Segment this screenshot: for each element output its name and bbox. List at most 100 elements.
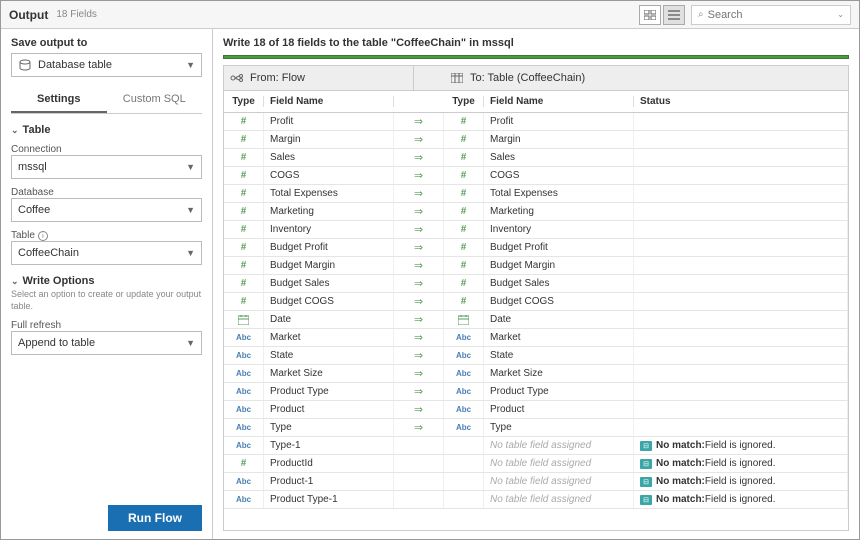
type-icon-right: # (444, 131, 484, 148)
table-row[interactable]: # Profit ⇒ # Profit (224, 113, 848, 131)
table-dropdown[interactable]: CoffeeChain ▼ (11, 241, 202, 265)
field-name-left: State (264, 347, 394, 364)
type-icon-right: Abc (444, 419, 484, 436)
run-flow-button[interactable]: Run Flow (108, 505, 202, 531)
status-cell (634, 383, 848, 400)
search-input[interactable] (708, 9, 838, 21)
map-arrow[interactable] (394, 455, 444, 472)
progress-bar (223, 55, 849, 59)
field-name-right: Date (484, 311, 634, 328)
type-icon-right: # (444, 203, 484, 220)
full-refresh-dropdown[interactable]: Append to table ▼ (11, 331, 202, 355)
tab-settings[interactable]: Settings (11, 87, 107, 113)
field-name-right: Type (484, 419, 634, 436)
table-row[interactable]: # Budget Profit ⇒ # Budget Profit (224, 239, 848, 257)
map-arrow[interactable] (394, 437, 444, 454)
type-icon-right: # (444, 239, 484, 256)
type-icon-left: # (224, 185, 264, 202)
map-arrow[interactable]: ⇒ (394, 293, 444, 310)
map-arrow[interactable]: ⇒ (394, 329, 444, 346)
database-dropdown[interactable]: Coffee ▼ (11, 198, 202, 222)
map-arrow[interactable] (394, 491, 444, 508)
map-arrow[interactable]: ⇒ (394, 347, 444, 364)
map-arrow[interactable]: ⇒ (394, 221, 444, 238)
col-field-right: Field Name (484, 96, 634, 107)
table-row[interactable]: Abc Type-1 No table field assigned ⊟ No … (224, 437, 848, 455)
table-row[interactable]: # Budget Sales ⇒ # Budget Sales (224, 275, 848, 293)
table-row[interactable]: # Total Expenses ⇒ # Total Expenses (224, 185, 848, 203)
to-label: To: Table (CoffeeChain) (470, 72, 585, 84)
connection-dropdown[interactable]: mssql ▼ (11, 155, 202, 179)
table-row[interactable]: Abc State ⇒ Abc State (224, 347, 848, 365)
type-icon-right: Abc (444, 347, 484, 364)
type-icon-left: Abc (224, 491, 264, 508)
status-cell (634, 365, 848, 382)
chevron-down-icon: ⌄ (837, 10, 844, 19)
type-icon-left: # (224, 203, 264, 220)
table-row[interactable]: Abc Type ⇒ Abc Type (224, 419, 848, 437)
view-list-button[interactable] (663, 5, 685, 25)
exclude-icon: ⊟ (640, 441, 652, 451)
save-output-dropdown[interactable]: Database table ▼ (11, 53, 202, 77)
mapping-rows[interactable]: # Profit ⇒ # Profit # Margin ⇒ # Margin … (223, 113, 849, 531)
col-type-left: Type (224, 96, 264, 107)
table-row[interactable]: # COGS ⇒ # COGS (224, 167, 848, 185)
field-name-left: Profit (264, 113, 394, 130)
map-arrow[interactable]: ⇒ (394, 257, 444, 274)
table-row[interactable]: Abc Product Type-1 No table field assign… (224, 491, 848, 509)
map-arrow[interactable]: ⇒ (394, 401, 444, 418)
field-name-right: Product Type (484, 383, 634, 400)
tab-custom-sql[interactable]: Custom SQL (107, 87, 203, 113)
table-row[interactable]: Abc Market ⇒ Abc Market (224, 329, 848, 347)
list-icon (668, 10, 680, 20)
map-arrow[interactable]: ⇒ (394, 239, 444, 256)
map-arrow[interactable]: ⇒ (394, 311, 444, 328)
status-badge: ⊟ No match: Field is ignored. (640, 494, 776, 505)
table-row[interactable]: Date ⇒ Date (224, 311, 848, 329)
field-name-left: Type-1 (264, 437, 394, 454)
full-refresh-label: Full refresh (11, 320, 202, 331)
map-arrow[interactable]: ⇒ (394, 113, 444, 130)
map-arrow[interactable]: ⇒ (394, 383, 444, 400)
map-arrow[interactable]: ⇒ (394, 149, 444, 166)
table-section-toggle[interactable]: ⌄ Table (11, 124, 202, 136)
map-arrow[interactable] (394, 473, 444, 490)
flow-icon (230, 72, 244, 84)
table-row[interactable]: Abc Product ⇒ Abc Product (224, 401, 848, 419)
map-arrow[interactable]: ⇒ (394, 419, 444, 436)
table-row[interactable]: Abc Product-1 No table field assigned ⊟ … (224, 473, 848, 491)
no-assign-text: No table field assigned (484, 491, 634, 508)
type-icon-left: # (224, 113, 264, 130)
table-row[interactable]: Abc Product Type ⇒ Abc Product Type (224, 383, 848, 401)
field-name-right: Product (484, 401, 634, 418)
status-cell (634, 401, 848, 418)
view-grid-button[interactable] (639, 5, 661, 25)
map-arrow[interactable]: ⇒ (394, 167, 444, 184)
table-row[interactable]: # Budget COGS ⇒ # Budget COGS (224, 293, 848, 311)
map-arrow[interactable]: ⇒ (394, 185, 444, 202)
type-icon-left: Abc (224, 473, 264, 490)
table-row[interactable]: # Budget Margin ⇒ # Budget Margin (224, 257, 848, 275)
search-box[interactable]: ⌕ ⌄ (691, 5, 851, 25)
status-cell (634, 203, 848, 220)
map-arrow[interactable]: ⇒ (394, 365, 444, 382)
map-arrow[interactable]: ⇒ (394, 131, 444, 148)
field-name-left: COGS (264, 167, 394, 184)
info-icon[interactable]: i (38, 231, 48, 241)
map-arrow[interactable]: ⇒ (394, 275, 444, 292)
table-label: Tablei (11, 230, 202, 241)
table-row[interactable]: # Sales ⇒ # Sales (224, 149, 848, 167)
write-options-toggle[interactable]: ⌄ Write Options (11, 275, 202, 287)
table-row[interactable]: # Marketing ⇒ # Marketing (224, 203, 848, 221)
table-row[interactable]: # Margin ⇒ # Margin (224, 131, 848, 149)
table-row[interactable]: Abc Market Size ⇒ Abc Market Size (224, 365, 848, 383)
type-icon-left: # (224, 257, 264, 274)
status-cell (634, 311, 848, 328)
status-cell (634, 347, 848, 364)
map-arrow[interactable]: ⇒ (394, 203, 444, 220)
type-icon-right: # (444, 113, 484, 130)
table-row[interactable]: # Inventory ⇒ # Inventory (224, 221, 848, 239)
table-row[interactable]: # ProductId No table field assigned ⊟ No… (224, 455, 848, 473)
type-icon-left: # (224, 455, 264, 472)
type-icon-left: Abc (224, 419, 264, 436)
